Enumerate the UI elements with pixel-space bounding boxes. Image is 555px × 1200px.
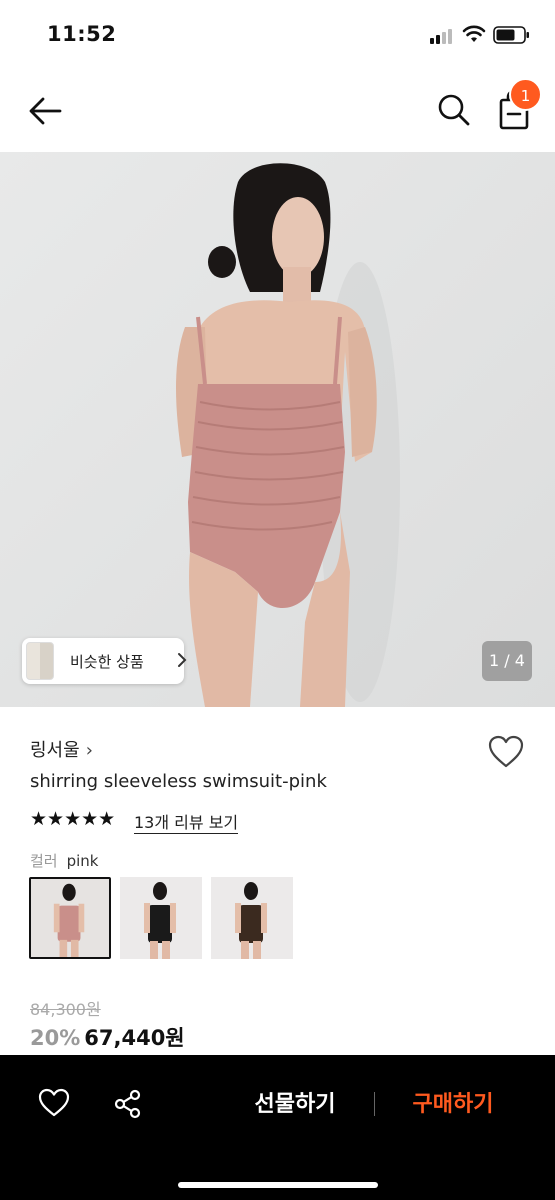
- product-image-carousel[interactable]: [0, 152, 555, 707]
- bottom-action-bar: [0, 1055, 555, 1200]
- discount-rate: 20%: [30, 1026, 81, 1050]
- heart-icon[interactable]: [488, 735, 524, 769]
- cart-count-badge: 1: [509, 78, 542, 111]
- image-page-indicator: 1 / 4: [482, 641, 532, 681]
- signal-icon: [430, 28, 454, 44]
- wifi-icon: [462, 25, 486, 42]
- similar-products-button[interactable]: 비슷한 상품: [22, 638, 187, 684]
- similar-product-thumbnail: [26, 642, 54, 680]
- brand-link[interactable]: 링서울 ›: [30, 736, 93, 762]
- gift-button[interactable]: 선물하기: [235, 1085, 355, 1125]
- product-name: shirring sleeveless swimsuit-pink: [30, 771, 327, 792]
- color-option-row: 컬러 pink: [30, 850, 99, 871]
- chevron-right-icon: ›: [85, 740, 93, 761]
- status-bar: 11:52: [0, 0, 555, 70]
- swatch-black[interactable]: [120, 877, 202, 959]
- status-time: 11:52: [47, 22, 117, 46]
- search-icon[interactable]: [434, 90, 474, 130]
- heart-icon[interactable]: [38, 1088, 70, 1118]
- battery-icon: [493, 26, 529, 44]
- home-indicator[interactable]: [178, 1182, 378, 1188]
- top-nav: [0, 70, 555, 152]
- swatch-pink[interactable]: [29, 877, 111, 959]
- buy-button[interactable]: 구매하기: [393, 1085, 513, 1125]
- original-price: 84,300원: [30, 1000, 101, 1019]
- review-link[interactable]: 13개 리뷰 보기: [134, 809, 239, 834]
- product-photo: [0, 152, 555, 707]
- star-rating-icon: ★★★★★: [30, 808, 116, 830]
- option-label: 컬러: [30, 852, 58, 870]
- share-icon[interactable]: [113, 1089, 143, 1119]
- sale-price: 67,440원: [84, 1026, 185, 1050]
- arrow-left-icon[interactable]: [24, 90, 66, 132]
- option-value: pink: [66, 852, 99, 870]
- brand-name: 링서울: [30, 740, 80, 761]
- swatch-brown[interactable]: [211, 877, 293, 959]
- price-row: 20% 67,440원: [30, 1022, 185, 1052]
- bottom-bar-divider: [374, 1092, 375, 1116]
- similar-products-label: 비슷한 상품: [70, 653, 144, 671]
- chevron-right-icon: [178, 653, 187, 667]
